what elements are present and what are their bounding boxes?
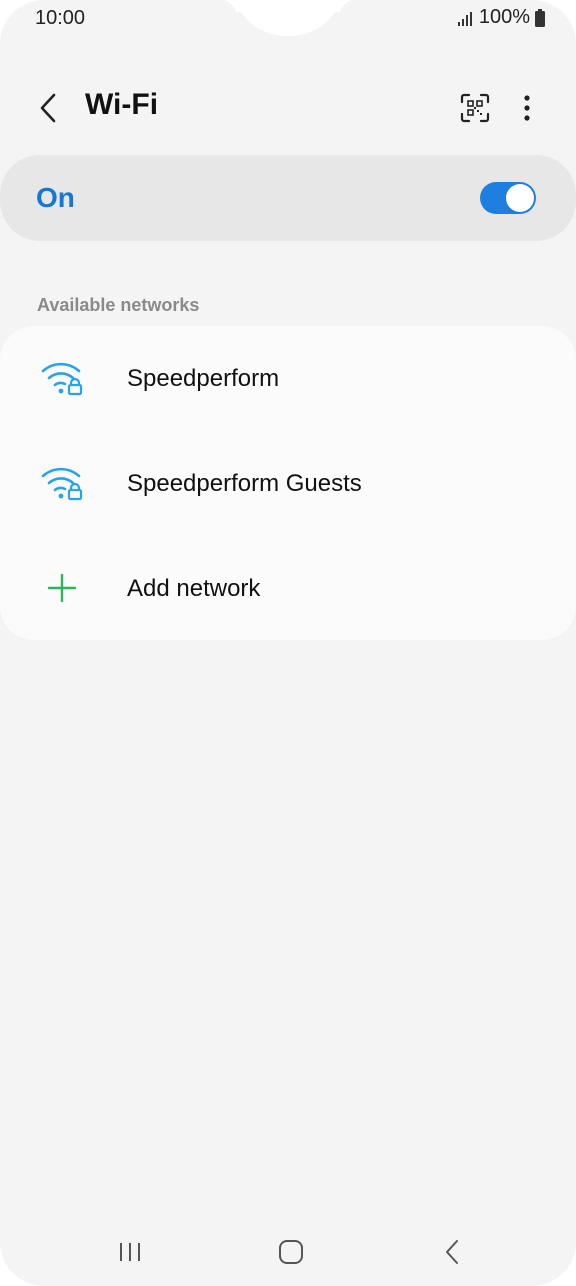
network-name: Speedperform Guests xyxy=(127,470,362,497)
network-item-speedperform-guests[interactable]: Speedperform Guests xyxy=(0,431,576,535)
qr-code-button[interactable] xyxy=(455,88,495,128)
more-options-icon xyxy=(524,95,530,121)
screen: 10:00 100% Wi-Fi On Available networks S… xyxy=(0,0,576,1286)
wifi-lock-icon xyxy=(40,463,86,503)
page-title: Wi-Fi xyxy=(85,88,159,121)
toggle-label: On xyxy=(36,182,75,213)
plus-icon xyxy=(40,568,86,608)
status-indicators: 100% xyxy=(457,6,546,29)
network-list: Speedperform Speedperform Guests Add net… xyxy=(0,326,576,640)
recent-apps-button[interactable] xyxy=(102,1230,158,1274)
app-header: Wi-Fi xyxy=(0,78,576,138)
back-button[interactable] xyxy=(28,86,68,130)
qr-code-scanner-icon xyxy=(460,93,490,123)
navigation-bar xyxy=(0,1222,576,1282)
battery-percent: 100% xyxy=(478,6,530,28)
add-network-label: Add network xyxy=(127,575,261,602)
nav-back-button[interactable] xyxy=(424,1230,480,1274)
back-icon xyxy=(446,1240,458,1264)
back-arrow-icon xyxy=(40,93,56,123)
home-button[interactable] xyxy=(263,1230,319,1274)
status-time: 10:00 xyxy=(35,7,86,29)
network-item-speedperform[interactable]: Speedperform xyxy=(0,326,576,430)
wifi-lock-icon xyxy=(40,358,86,398)
available-networks-heading: Available networks xyxy=(37,295,200,315)
camera-notch xyxy=(216,0,360,36)
home-icon xyxy=(279,1240,303,1264)
network-name: Speedperform xyxy=(127,365,280,392)
switch-knob xyxy=(506,184,534,212)
signal-icon xyxy=(457,10,475,26)
add-network-button[interactable]: Add network xyxy=(0,536,576,640)
wifi-master-toggle[interactable]: On xyxy=(0,155,576,241)
more-options-button[interactable] xyxy=(510,88,544,128)
battery-icon xyxy=(534,8,546,27)
recent-apps-icon xyxy=(120,1243,140,1261)
wifi-switch[interactable] xyxy=(480,182,536,214)
